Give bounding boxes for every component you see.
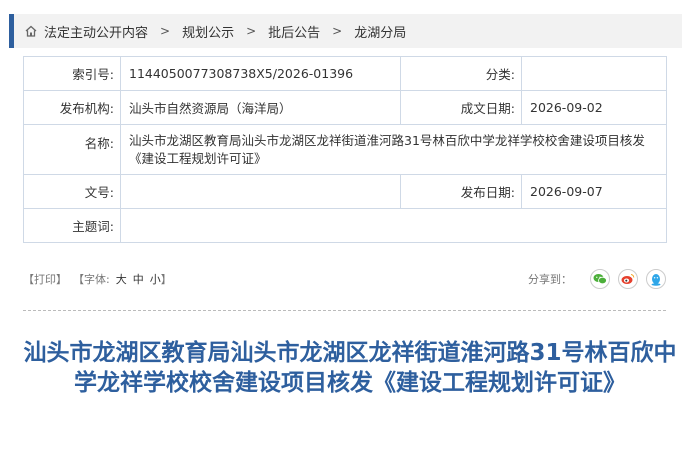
index-value: 1144050077308738X5/2026-01396 — [120, 56, 401, 91]
publisher-value: 汕头市自然资源局（海洋局） — [120, 90, 401, 125]
qq-icon[interactable] — [646, 269, 666, 289]
font-size-medium-button[interactable]: 中 — [133, 271, 144, 287]
created-date-value: 2026-09-02 — [521, 90, 667, 125]
article-toolbar: 【打印】 【字体: 大 中 小 】 分享到： — [23, 268, 666, 290]
index-label: 索引号: — [23, 56, 121, 91]
font-size-bracket: 】 — [160, 273, 172, 286]
breadcrumb: 法定主动公开内容 > 规划公示 > 批后公告 > 龙湖分局 — [9, 14, 682, 48]
share-label: 分享到： — [528, 273, 572, 286]
subject-label: 主题词: — [23, 208, 121, 243]
font-size-label: 【字体: — [73, 273, 110, 286]
name-label: 名称: — [23, 124, 121, 175]
breadcrumb-item-planning-notice[interactable]: 规划公示 — [182, 22, 234, 41]
info-row-subject: 主题词: — [23, 208, 667, 243]
share-bar: 分享到： — [528, 269, 666, 289]
home-icon[interactable] — [24, 24, 38, 38]
subject-value — [120, 208, 667, 243]
breadcrumb-separator: > — [246, 24, 257, 38]
category-label: 分类: — [400, 56, 522, 91]
doc-no-value — [120, 174, 401, 209]
info-row-doc-no: 文号: 发布日期: 2026-09-07 — [23, 174, 667, 209]
weibo-icon[interactable] — [618, 269, 638, 289]
font-size-small-button[interactable]: 小 — [150, 271, 161, 287]
category-value — [521, 56, 667, 91]
created-date-label: 成文日期: — [400, 90, 522, 125]
published-date-value: 2026-09-07 — [521, 174, 667, 209]
font-size-large-button[interactable]: 大 — [116, 271, 127, 287]
info-row-name: 名称: 汕头市龙湖区教育局汕头市龙湖区龙祥街道淮河路31号林百欣中学龙祥学校校舍… — [23, 124, 667, 175]
article-title: 汕头市龙湖区教育局汕头市龙湖区龙祥街道淮河路31号林百欣中学龙祥学校校舍建设项目… — [23, 340, 677, 396]
breadcrumb-item-longhu-branch[interactable]: 龙湖分局 — [354, 22, 406, 41]
publisher-label: 发布机构: — [23, 90, 121, 125]
breadcrumb-separator: > — [160, 24, 171, 38]
breadcrumb-item-post-approval[interactable]: 批后公告 — [268, 22, 320, 41]
published-date-label: 发布日期: — [400, 174, 522, 209]
content-divider — [23, 310, 666, 311]
breadcrumb-item-public-content[interactable]: 法定主动公开内容 — [44, 22, 148, 41]
document-info-table: 索引号: 1144050077308738X5/2026-01396 分类: 发… — [23, 56, 667, 243]
print-button[interactable]: 【打印】 — [23, 271, 67, 287]
breadcrumb-separator: > — [332, 24, 343, 38]
name-value: 汕头市龙湖区教育局汕头市龙湖区龙祥街道淮河路31号林百欣中学龙祥学校校舍建设项目… — [120, 124, 667, 175]
doc-no-label: 文号: — [23, 174, 121, 209]
wechat-icon[interactable] — [590, 269, 610, 289]
info-row-publisher: 发布机构: 汕头市自然资源局（海洋局） 成文日期: 2026-09-02 — [23, 90, 667, 125]
info-row-index: 索引号: 1144050077308738X5/2026-01396 分类: — [23, 56, 667, 91]
